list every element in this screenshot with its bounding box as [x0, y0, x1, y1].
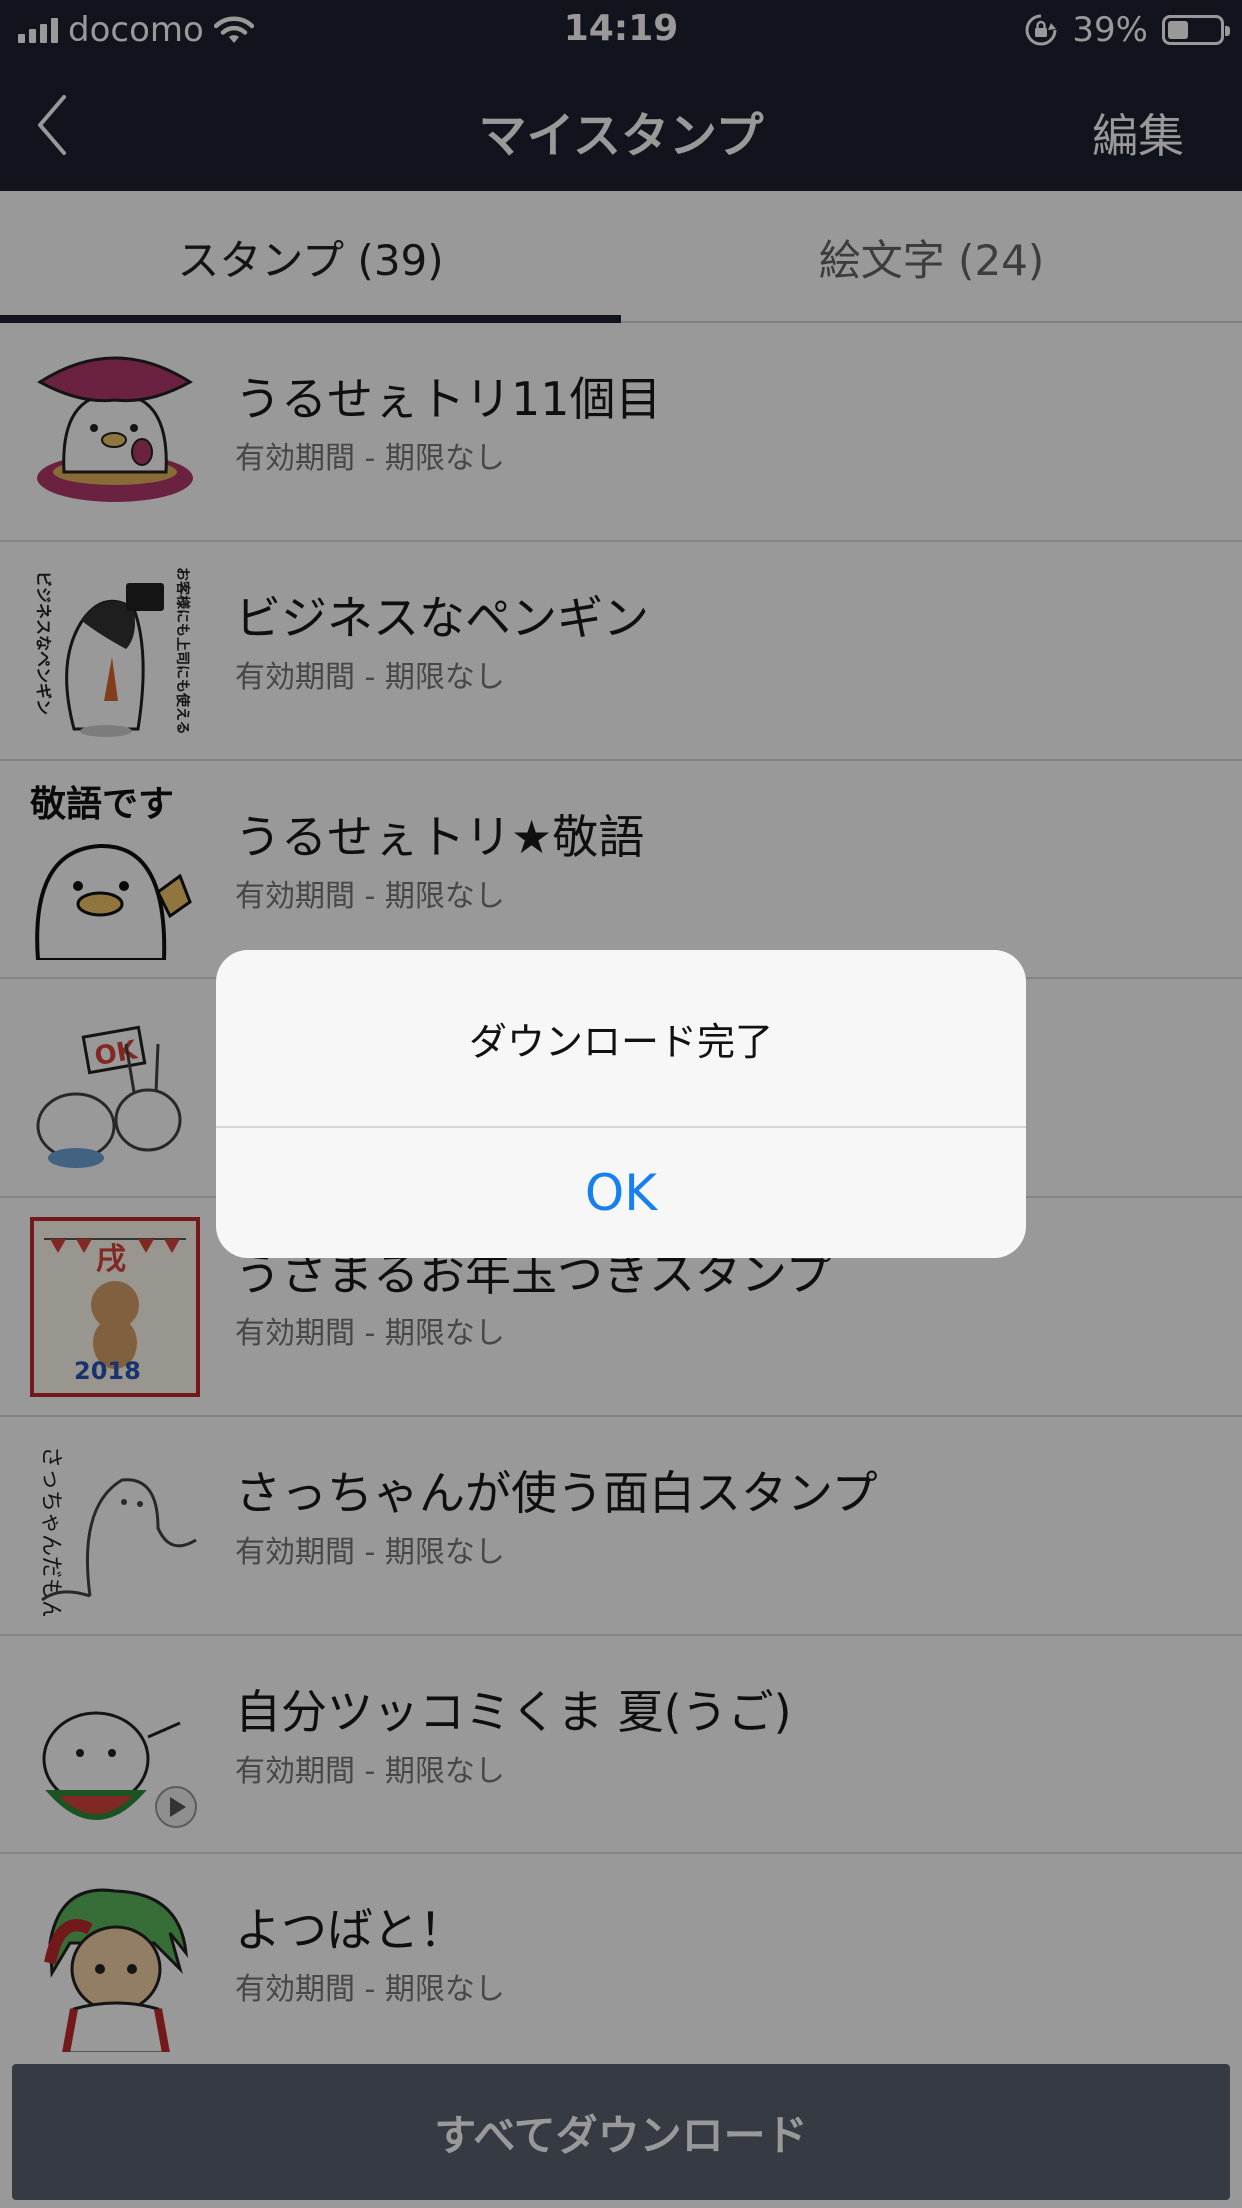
ok-button[interactable]: OK: [216, 1128, 1026, 1258]
alert-dialog: ダウンロード完了 OK: [216, 950, 1026, 1258]
dialog-message: ダウンロード完了: [468, 1019, 773, 1064]
